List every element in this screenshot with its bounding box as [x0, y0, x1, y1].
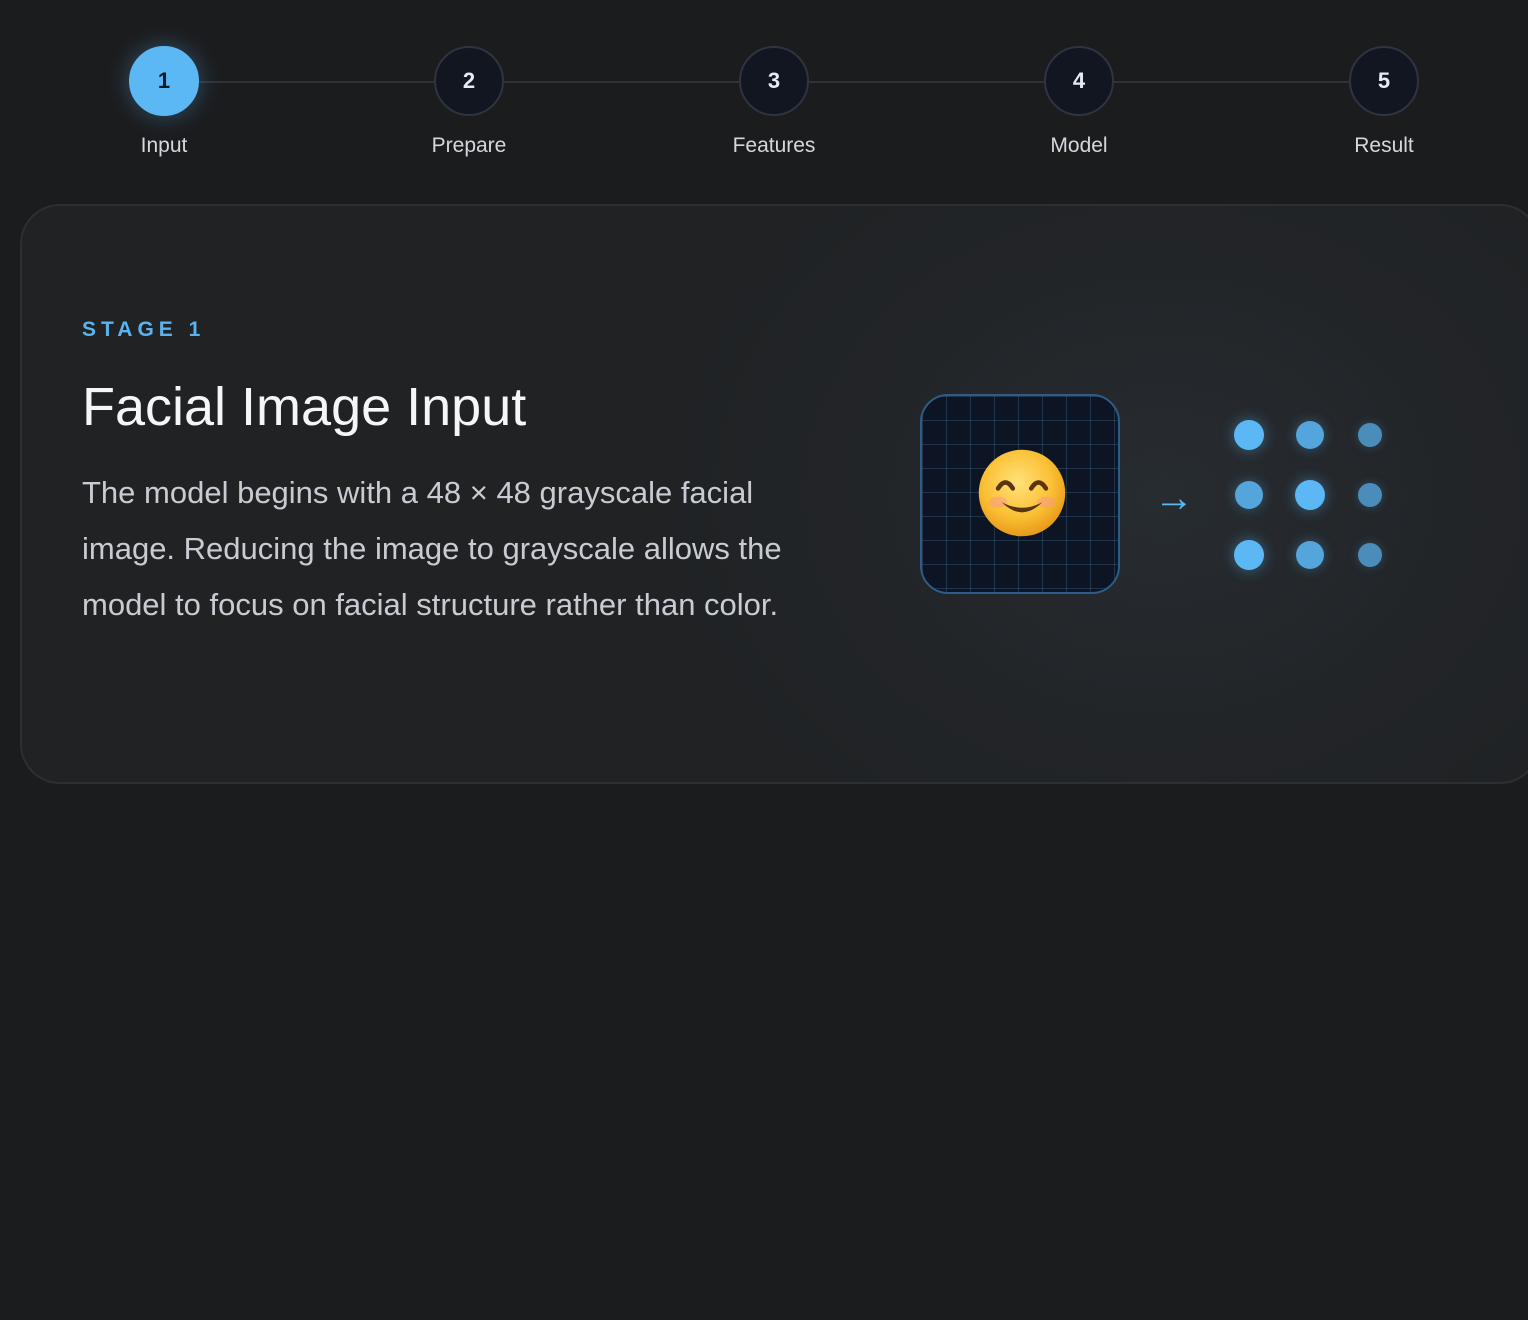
step-features[interactable]: 3 Features: [694, 46, 854, 158]
smiling-face-icon: [978, 449, 1066, 537]
feature-dot: [1358, 483, 1382, 507]
feature-dot: [1234, 540, 1264, 570]
feature-dot: [1235, 481, 1263, 509]
step-label: Model: [1050, 134, 1108, 157]
step-label: Input: [140, 134, 188, 157]
step-number-badge[interactable]: 3: [739, 46, 809, 116]
step-result[interactable]: 5 Result: [1304, 46, 1464, 158]
arrow-right-icon: →: [1154, 476, 1194, 520]
feature-dot: [1295, 480, 1325, 510]
step-label: Prepare: [431, 134, 507, 157]
stage-eyebrow: STAGE 1: [82, 318, 206, 341]
stage-stepper: 1 Input 2 Prepare 3 Features 4 Model 5 R…: [0, 0, 1528, 190]
feature-dot: [1296, 541, 1324, 569]
step-number-badge[interactable]: 1: [129, 46, 199, 116]
grayscale-image-tile: [920, 394, 1120, 594]
step-number-badge[interactable]: 5: [1349, 46, 1419, 116]
feature-dot: [1358, 543, 1382, 567]
step-input[interactable]: 1 Input: [84, 46, 244, 158]
step-model[interactable]: 4 Model: [999, 46, 1159, 158]
step-number-badge[interactable]: 2: [434, 46, 504, 116]
step-number-badge[interactable]: 4: [1044, 46, 1114, 116]
step-label: Features: [732, 134, 816, 157]
feature-dot: [1296, 421, 1324, 449]
step-prepare[interactable]: 2 Prepare: [389, 46, 549, 158]
stage-description: The model begins with a 48 × 48 grayscal…: [82, 475, 782, 622]
feature-dot: [1234, 420, 1264, 450]
step-label: Result: [1354, 134, 1414, 157]
stage-card: STAGE 1 Facial Image Input The model beg…: [20, 204, 1528, 784]
feature-dot: [1358, 423, 1382, 447]
stage-title: Facial Image Input: [82, 377, 527, 437]
